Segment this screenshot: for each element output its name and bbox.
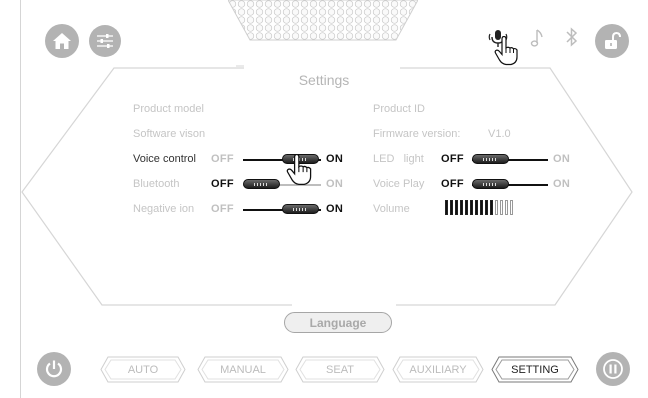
voice-control-on-label[interactable]: ON [326, 153, 343, 165]
volume-segment[interactable] [485, 200, 488, 215]
bluetooth-knob[interactable] [243, 179, 280, 189]
bluetooth-icon [566, 27, 578, 47]
unlock-icon [605, 31, 621, 49]
equalizer-button[interactable] [89, 25, 121, 57]
negative-ion-knob[interactable] [282, 204, 319, 214]
volume-segment[interactable] [505, 200, 508, 215]
music-note-icon [530, 29, 543, 47]
tab-auto[interactable]: AUTO [100, 356, 186, 383]
pause-button[interactable] [596, 352, 630, 386]
voice-control-label: Voice control [133, 153, 196, 165]
power-icon [45, 360, 63, 378]
tab-auxiliary[interactable]: AUXILIARY [392, 356, 484, 383]
firmware-version-label: Firmware version: [373, 128, 461, 140]
product-model-label: Product model [133, 103, 204, 115]
volume-segment[interactable] [500, 200, 503, 215]
voice-play-off-label[interactable]: OFF [441, 178, 464, 190]
voice-control-off-label[interactable]: OFF [211, 153, 234, 165]
settings-panel-outline [21, 65, 633, 306]
volume-segment[interactable] [470, 200, 473, 215]
pointer-hand-icon [286, 154, 312, 186]
voice-play-knob[interactable] [472, 179, 509, 189]
music-button[interactable] [530, 28, 546, 48]
settings-title: Settings [298, 72, 350, 88]
firmware-version-value: V1.0 [488, 128, 511, 140]
pointer-hand-icon [494, 36, 518, 66]
tab-setting[interactable]: SETTING [491, 356, 579, 383]
product-id-label: Product ID [373, 103, 425, 115]
volume-segment[interactable] [475, 200, 478, 215]
tab-manual[interactable]: MANUAL [197, 356, 289, 383]
volume-segment[interactable] [465, 200, 468, 215]
led-light-off-label[interactable]: OFF [441, 153, 464, 165]
lock-button[interactable] [595, 24, 629, 58]
volume-segment[interactable] [460, 200, 463, 215]
voice-play-on-label[interactable]: ON [553, 178, 570, 190]
bluetooth-off-label[interactable]: OFF [211, 178, 234, 190]
sliders-icon [97, 34, 113, 48]
software-version-label: Software vison [133, 128, 206, 140]
bluetooth-label: Bluetooth [133, 178, 180, 190]
power-button[interactable] [37, 352, 71, 386]
led-light-label: LED light [373, 153, 424, 165]
voice-play-label: Voice Play [373, 178, 425, 190]
pause-icon [603, 359, 623, 379]
home-button[interactable] [45, 24, 79, 58]
volume-segment[interactable] [445, 200, 448, 215]
volume-segment[interactable] [450, 200, 453, 215]
volume-segment[interactable] [490, 200, 493, 215]
negative-ion-label: Negative ion [133, 203, 195, 215]
volume-segment[interactable] [510, 200, 513, 215]
language-button[interactable]: Language [284, 312, 392, 333]
bluetooth-button[interactable] [565, 27, 579, 47]
volume-slider[interactable] [445, 200, 513, 215]
negative-ion-off-label[interactable]: OFF [211, 203, 234, 215]
house-icon [53, 33, 71, 49]
led-light-on-label[interactable]: ON [553, 153, 570, 165]
volume-segment[interactable] [495, 200, 498, 215]
volume-segment[interactable] [455, 200, 458, 215]
speaker-grille [228, 0, 418, 41]
negative-ion-on-label[interactable]: ON [326, 203, 343, 215]
led-light-knob[interactable] [472, 154, 509, 164]
tab-seat[interactable]: SEAT [295, 356, 385, 383]
bluetooth-on-label[interactable]: ON [326, 178, 343, 190]
volume-label: Volume [373, 203, 410, 215]
volume-segment[interactable] [480, 200, 483, 215]
